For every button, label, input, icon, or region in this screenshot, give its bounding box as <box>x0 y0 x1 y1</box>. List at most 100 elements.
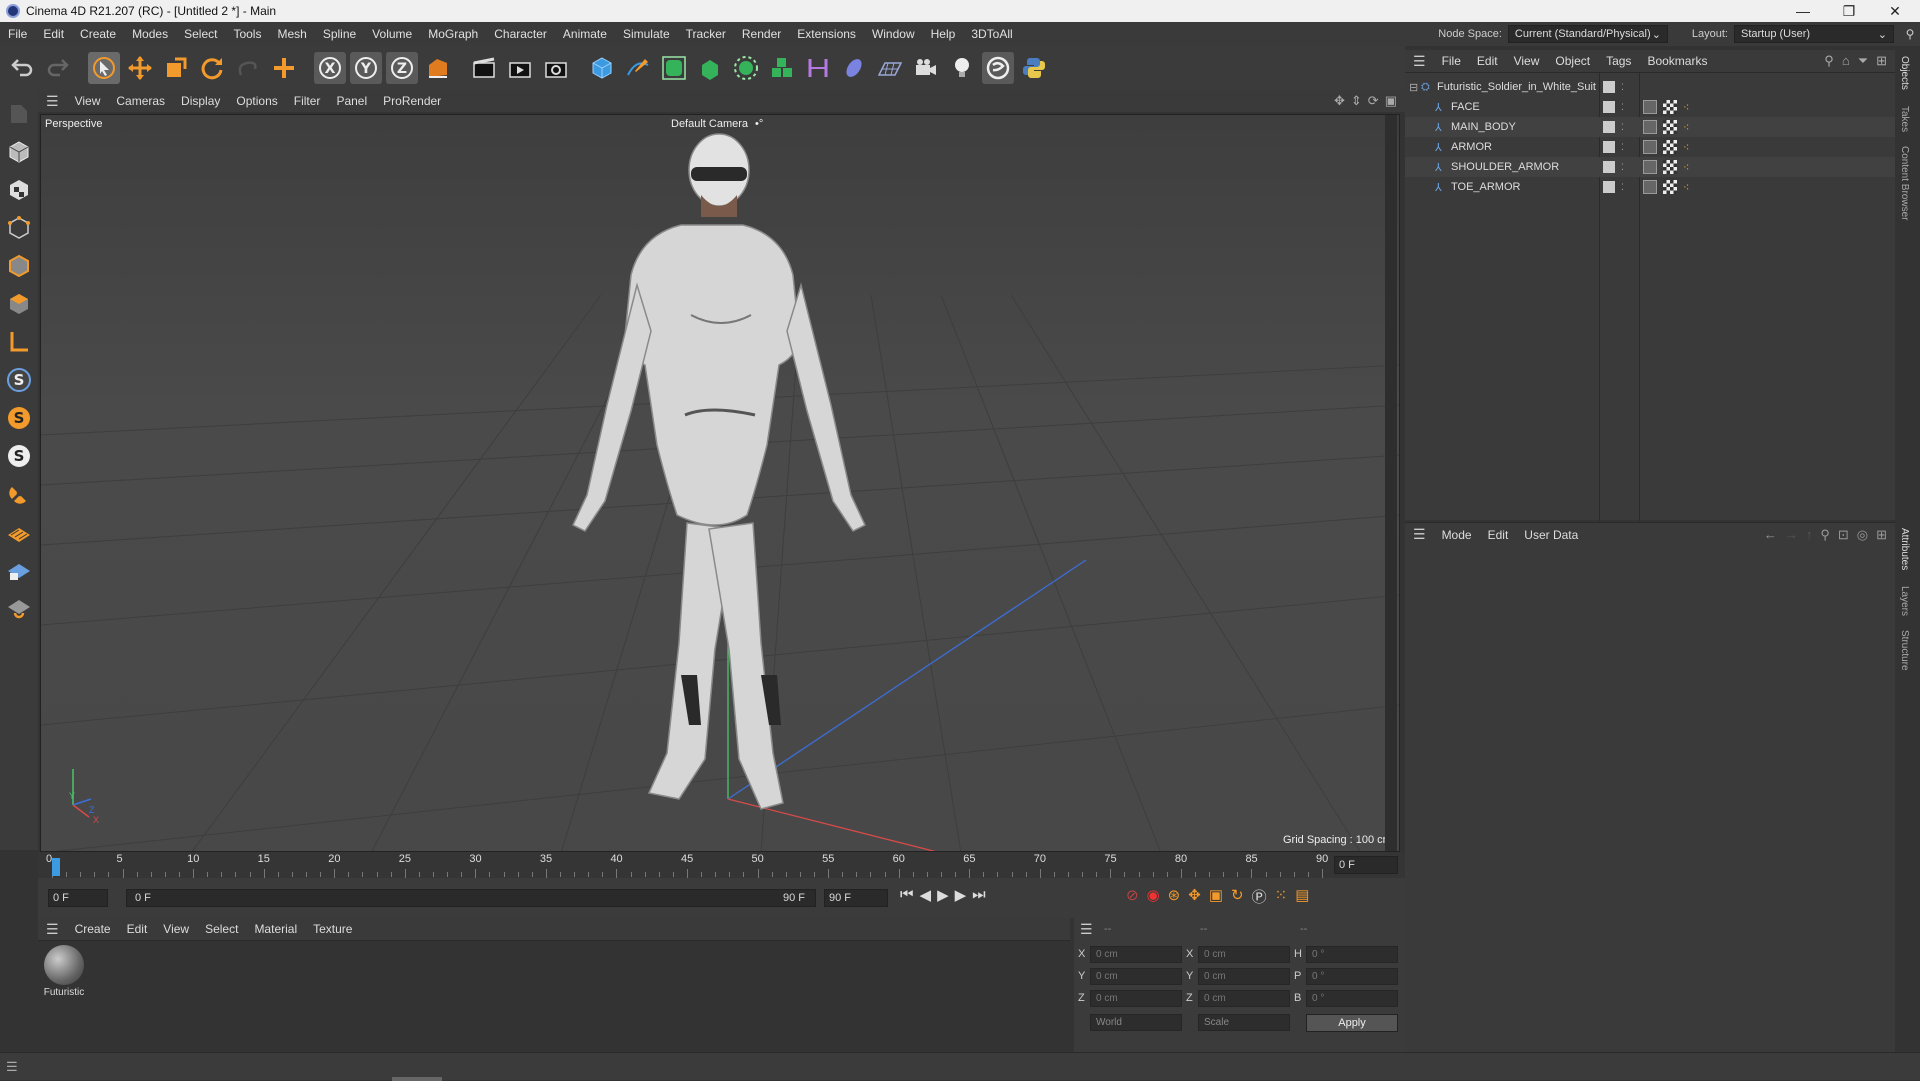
x-axis-lock-button[interactable]: X <box>314 52 346 84</box>
hamburger-icon[interactable]: ☰ <box>38 921 67 938</box>
step-forward-icon[interactable]: ▶ <box>955 886 967 904</box>
material-tag-icon[interactable] <box>1663 100 1677 114</box>
search-icon[interactable]: ⚲ <box>1824 53 1834 69</box>
hamburger-icon[interactable]: ☰ <box>1405 53 1434 70</box>
material-tag-icon[interactable] <box>1663 180 1677 194</box>
light-button[interactable] <box>946 52 978 84</box>
tab-layers[interactable]: Layers <box>1899 586 1910 616</box>
undo-button[interactable] <box>6 52 38 84</box>
frame-range-slider[interactable]: 0 F 90 F <box>126 889 816 907</box>
dolly-view-icon[interactable]: ⇕ <box>1351 93 1362 109</box>
material-menu-edit[interactable]: Edit <box>119 922 156 936</box>
viewport-menu-prorender[interactable]: ProRender <box>375 94 449 108</box>
viewport-menu-options[interactable]: Options <box>228 94 285 108</box>
attribute-menu-edit[interactable]: Edit <box>1480 528 1517 542</box>
key-rotation-icon[interactable]: ↻ <box>1231 886 1244 907</box>
settings-icon[interactable]: ◎ <box>1857 527 1868 543</box>
keyframe-selection-icon[interactable]: ⊛ <box>1168 886 1181 907</box>
object-row[interactable]: ⅄ SHOULDER_ARMOR ⁚ ⁖ <box>1405 157 1895 177</box>
rot-b-field[interactable]: 0 ° <box>1306 990 1398 1007</box>
record-keys-icon[interactable]: ⊘ <box>1126 886 1139 907</box>
timeline-window-icon[interactable]: ▤ <box>1295 886 1309 907</box>
menu-render[interactable]: Render <box>734 27 789 41</box>
key-parameter-icon[interactable]: Ⓟ <box>1252 886 1267 907</box>
camera-button[interactable] <box>910 52 942 84</box>
model-mode-button[interactable] <box>3 136 35 168</box>
edit-toggle-icon[interactable] <box>1603 81 1615 93</box>
size-z-field[interactable]: 0 cm <box>1198 990 1290 1007</box>
menu-tracker[interactable]: Tracker <box>678 27 734 41</box>
size-y-field[interactable]: 0 cm <box>1198 968 1290 985</box>
skin-tag-icon[interactable]: ⁖ <box>1683 101 1689 114</box>
attribute-menu-mode[interactable]: Mode <box>1434 528 1480 542</box>
menu-mesh[interactable]: Mesh <box>269 27 314 41</box>
hamburger-icon[interactable]: ☰ <box>38 93 67 110</box>
autokey-icon[interactable]: ◉ <box>1147 886 1160 907</box>
rot-h-field[interactable]: 0 ° <box>1306 946 1398 963</box>
menu-simulate[interactable]: Simulate <box>615 27 678 41</box>
coordinate-system-button[interactable] <box>422 52 454 84</box>
menu-tools[interactable]: Tools <box>225 27 269 41</box>
status-scroll-handle[interactable] <box>392 1077 442 1081</box>
new-panel-icon[interactable]: ⊞ <box>1876 527 1887 543</box>
key-scale-icon[interactable]: ▣ <box>1209 886 1223 907</box>
material-swatch[interactable]: Futuristic <box>42 945 86 998</box>
tab-takes[interactable]: Takes <box>1899 106 1910 132</box>
pen-spline-button[interactable] <box>622 52 654 84</box>
object-menu-view[interactable]: View <box>1506 54 1548 68</box>
viewport-scrollbar[interactable] <box>1385 115 1397 851</box>
material-menu-material[interactable]: Material <box>246 922 305 936</box>
pan-view-icon[interactable]: ✥ <box>1334 93 1345 109</box>
collapse-icon[interactable]: ⊟ <box>1409 81 1421 94</box>
visibility-dots-icon[interactable]: ⁚ <box>1621 162 1624 173</box>
menu-select[interactable]: Select <box>176 27 225 41</box>
object-menu-edit[interactable]: Edit <box>1469 54 1506 68</box>
coordinate-space-dropdown[interactable]: World <box>1090 1014 1182 1031</box>
menu-spline[interactable]: Spline <box>315 27 364 41</box>
add-object-button[interactable] <box>268 52 300 84</box>
viewport-menu-cameras[interactable]: Cameras <box>108 94 173 108</box>
tab-objects[interactable]: Objects <box>1899 56 1910 90</box>
live-selection-button[interactable] <box>88 52 120 84</box>
phong-tag-icon[interactable] <box>1643 120 1657 134</box>
cube-button[interactable] <box>586 52 618 84</box>
pos-z-field[interactable]: 0 cm <box>1090 990 1182 1007</box>
apply-button[interactable]: Apply <box>1306 1014 1398 1032</box>
play-icon[interactable]: ▶ <box>937 886 949 904</box>
material-tag-icon[interactable] <box>1663 160 1677 174</box>
skin-tag-icon[interactable]: ⁖ <box>1683 181 1689 194</box>
menu-edit[interactable]: Edit <box>35 27 72 41</box>
polygons-mode-button[interactable] <box>3 288 35 320</box>
viewport-menu-panel[interactable]: Panel <box>328 94 375 108</box>
menu-create[interactable]: Create <box>72 27 124 41</box>
axis-mode-button[interactable] <box>3 326 35 358</box>
python-button[interactable] <box>1018 52 1050 84</box>
scale-button[interactable] <box>160 52 192 84</box>
points-mode-button[interactable] <box>3 212 35 244</box>
soldier-figure[interactable] <box>572 133 866 810</box>
menu-extensions[interactable]: Extensions <box>789 27 864 41</box>
current-frame-field[interactable]: 0 F <box>1334 856 1398 874</box>
z-axis-lock-button[interactable]: Z <box>386 52 418 84</box>
back-arrow-icon[interactable]: ← <box>1764 527 1777 543</box>
material-tag-icon[interactable] <box>1663 120 1677 134</box>
menu-3dtoall[interactable]: 3DToAll <box>963 27 1020 41</box>
edit-toggle-icon[interactable] <box>1603 101 1615 113</box>
close-button[interactable]: ✕ <box>1872 0 1918 22</box>
perspective-viewport[interactable]: Perspective Default Camera •° Grid Spaci… <box>40 114 1400 852</box>
visibility-dots-icon[interactable]: ⁚ <box>1621 102 1624 113</box>
pos-y-field[interactable]: 0 cm <box>1090 968 1182 985</box>
tab-structure[interactable]: Structure <box>1899 630 1910 671</box>
new-panel-icon[interactable]: ⊞ <box>1876 53 1887 69</box>
mograph-button[interactable] <box>766 52 798 84</box>
end-frame-field[interactable]: 90 F <box>824 889 888 907</box>
edges-mode-button[interactable] <box>3 250 35 282</box>
phong-tag-icon[interactable] <box>1643 100 1657 114</box>
magnet-button[interactable] <box>3 478 35 510</box>
skin-tag-icon[interactable]: ⁖ <box>1683 121 1689 134</box>
home-icon[interactable]: ⌂ <box>1842 53 1850 69</box>
menu-animate[interactable]: Animate <box>555 27 615 41</box>
key-position-icon[interactable]: ✥ <box>1188 886 1201 907</box>
maximize-button[interactable]: ❐ <box>1826 0 1872 22</box>
menu-file[interactable]: File <box>0 27 35 41</box>
